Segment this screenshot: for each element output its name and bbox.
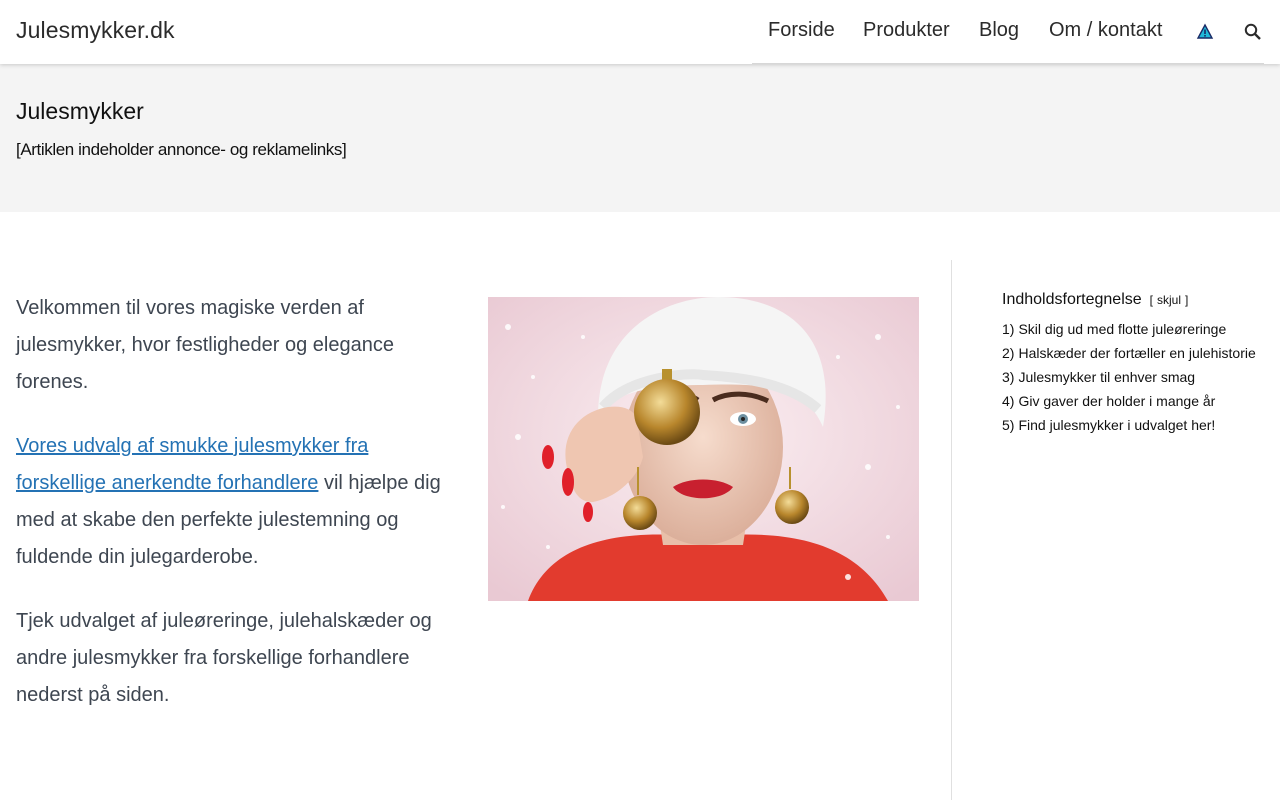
sidebar-divider — [951, 260, 952, 800]
products-paragraph: Vores udvalg af smukke julesmykker fra f… — [16, 428, 456, 576]
nav-produkter[interactable]: Produkter — [863, 19, 950, 42]
toc-item-label[interactable]: Giv gaver der holder i mange år — [1018, 393, 1215, 409]
site-title-link[interactable]: Julesmykker.dk — [16, 17, 175, 44]
toc-item-number: 3) — [1002, 369, 1015, 385]
closing-paragraph: Tjek udvalget af juleøreringe, julehalsk… — [16, 610, 432, 706]
table-of-contents: Indholdsfortegnelse [ skjul] 1) Skil dig u… — [1002, 291, 1264, 439]
main-content: Velkommen til vores magiske verden af ju… — [0, 212, 952, 800]
toc-item-label[interactable]: Skil dig ud med flotte juleøreringe — [1018, 321, 1226, 337]
toc-hide-link[interactable]: skjul — [1157, 293, 1181, 307]
toc-toggle: [ skjul] — [1150, 293, 1189, 307]
toc-item[interactable]: 4) Giv gaver der holder i mange år — [1002, 391, 1264, 412]
hero-image — [488, 297, 919, 601]
nav-forside[interactable]: Forside — [768, 19, 835, 42]
nav-blog[interactable]: Blog — [979, 19, 1019, 42]
products-link[interactable]: Vores udvalg af smukke julesmykker fra f… — [16, 435, 368, 494]
search-icon[interactable] — [1243, 22, 1263, 42]
toc-list: 1) Skil dig ud med flotte juleøreringe 2)… — [1002, 319, 1264, 436]
nav-om-kontakt[interactable]: Om / kontakt — [1049, 19, 1162, 42]
toc-item-number: 1) — [1002, 321, 1015, 337]
main-nav: Forside Produkter Blog Om / kontakt — [752, 0, 1264, 64]
toc-item-label[interactable]: Halskæder der fortæller en julehistorie — [1018, 345, 1255, 361]
page-title-band: Julesmykker [Artiklen indeholder annonce… — [0, 64, 1280, 212]
site-header: Julesmykker.dk Forside Produkter Blog Om… — [0, 0, 1280, 64]
toc-heading: Indholdsfortegnelse — [1002, 291, 1142, 308]
intro-paragraph: Velkommen til vores magiske verden af ju… — [16, 297, 394, 393]
christmas-woman-photo — [488, 297, 919, 601]
toc-item-number: 5) — [1002, 417, 1015, 433]
article-text: Velkommen til vores magiske verden af ju… — [16, 290, 456, 741]
toc-item-number: 4) — [1002, 393, 1015, 409]
toc-item[interactable]: 1) Skil dig ud med flotte juleøreringe — [1002, 319, 1264, 340]
toc-toggle-open: [ — [1149, 293, 1153, 307]
page-title: Julesmykker — [16, 98, 144, 124]
toc-item[interactable]: 5) Find julesmykker i udvalget her! — [1002, 415, 1264, 436]
toc-item-number: 2) — [1002, 345, 1015, 361]
toc-item-label[interactable]: Julesmykker til enhver smag — [1018, 369, 1195, 385]
toc-item-label[interactable]: Find julesmykker i udvalget her! — [1018, 417, 1215, 433]
toc-toggle-close: ] — [1185, 293, 1189, 307]
toc-item[interactable]: 3) Julesmykker til enhver smag — [1002, 367, 1264, 388]
ad-disclaimer: [Artiklen indeholder annonce- og reklame… — [16, 140, 347, 159]
toc-item[interactable]: 2) Halskæder der fortæller en julehistori… — [1002, 343, 1264, 364]
warning-triangle-icon[interactable] — [1195, 22, 1215, 42]
toc-header: Indholdsfortegnelse [ skjul] — [1002, 291, 1264, 309]
